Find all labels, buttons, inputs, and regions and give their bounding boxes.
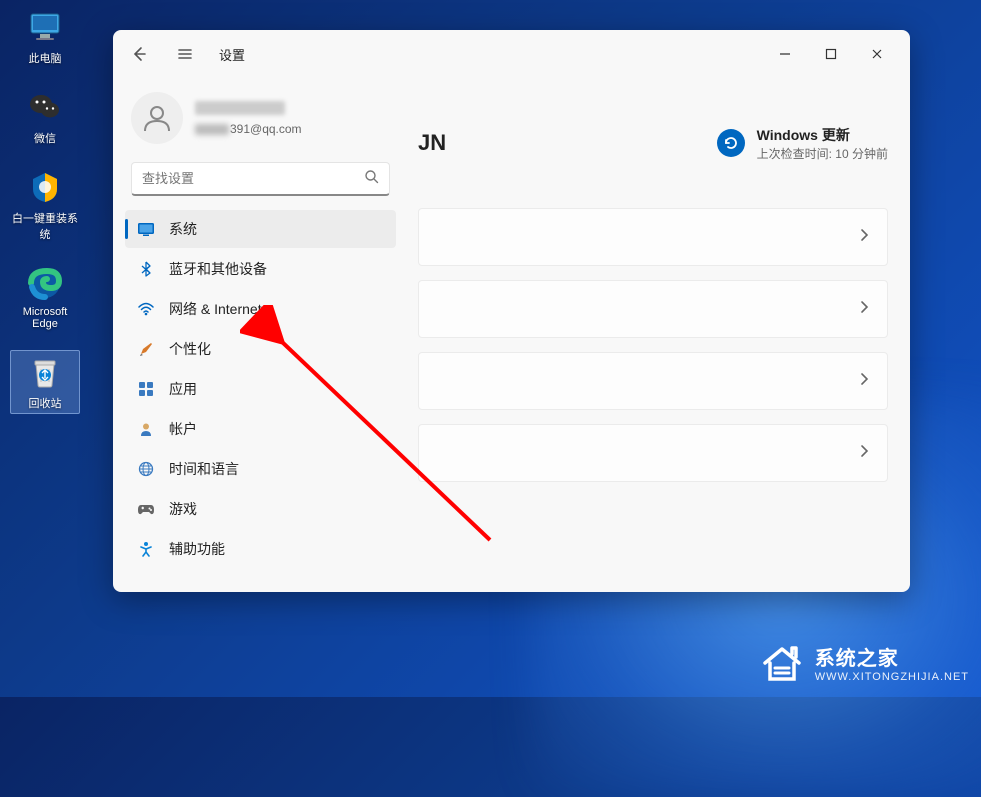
maximize-button[interactable]: [808, 38, 854, 70]
wifi-icon: [137, 300, 155, 318]
desktop-icon-label: 微信: [34, 130, 56, 146]
settings-card[interactable]: [418, 352, 888, 410]
nav-item-accessibility[interactable]: 辅助功能: [125, 530, 396, 568]
watermark-title: 系统之家: [815, 642, 969, 671]
close-button[interactable]: [854, 38, 900, 70]
nav-item-network[interactable]: 网络 & Internet: [125, 290, 396, 328]
nav-item-bluetooth[interactable]: 蓝牙和其他设备: [125, 250, 396, 288]
gaming-icon: [137, 500, 155, 518]
desktop-icon-label: 回收站: [29, 395, 62, 411]
desktop-icon-wechat[interactable]: 微信: [10, 86, 80, 148]
nav-item-personalize[interactable]: 个性化: [125, 330, 396, 368]
watermark-url: WWW.XITONGZHIJIA.NET: [815, 671, 969, 683]
nav-item-time-language[interactable]: 时间和语言: [125, 450, 396, 488]
content-pane: JN Windows 更新 上次检查时间: 10 分钟前: [408, 78, 910, 592]
user-name-blurred: [195, 101, 285, 115]
minimize-icon: [779, 48, 791, 60]
nav-item-system[interactable]: 系统: [125, 210, 396, 248]
settings-card[interactable]: [418, 424, 888, 482]
desktop-icon-column: 此电脑 微信 白一键重装系统 Microsoft Edge 回收站: [10, 6, 80, 414]
window-body: 391@qq.com 系统 蓝牙和其他设备: [113, 78, 910, 592]
avatar: [131, 92, 183, 144]
hamburger-icon: [177, 46, 193, 62]
brush-icon: [137, 340, 155, 358]
house-icon: [759, 639, 805, 685]
nav-item-apps[interactable]: 应用: [125, 370, 396, 408]
nav-item-label: 网络 & Internet: [169, 299, 262, 319]
desktop-icon-edge[interactable]: Microsoft Edge: [10, 262, 80, 332]
settings-cards: [412, 208, 888, 482]
minimize-button[interactable]: [762, 38, 808, 70]
sidebar-nav: 系统 蓝牙和其他设备 网络 & Internet 个性化 应用: [119, 210, 402, 568]
update-subtitle: 上次检查时间: 10 分钟前: [757, 145, 888, 162]
desktop-icon-this-pc[interactable]: 此电脑: [10, 6, 80, 68]
nav-item-label: 辅助功能: [169, 539, 225, 559]
settings-card[interactable]: [418, 208, 888, 266]
bluetooth-icon: [137, 260, 155, 278]
windows-update-block[interactable]: Windows 更新 上次检查时间: 10 分钟前: [717, 125, 888, 162]
nav-item-accounts[interactable]: 帐户: [125, 410, 396, 448]
search-icon: [364, 169, 379, 189]
nav-item-label: 游戏: [169, 499, 197, 519]
desktop-icon-reinstall[interactable]: 白一键重装系统: [10, 166, 80, 244]
person-icon: [137, 420, 155, 438]
close-icon: [871, 48, 883, 60]
maximize-icon: [825, 48, 837, 60]
globe-icon: [137, 460, 155, 478]
nav-item-label: 应用: [169, 379, 197, 399]
wechat-icon: [26, 88, 64, 126]
apps-icon: [137, 380, 155, 398]
nav-item-label: 系统: [169, 219, 197, 239]
reinstall-icon: [26, 168, 64, 206]
desktop-icon-label: Microsoft Edge: [12, 306, 78, 330]
heading-row: JN Windows 更新 上次检查时间: 10 分钟前: [412, 78, 888, 208]
titlebar-left: 设置: [123, 38, 245, 70]
window-controls: [762, 38, 900, 70]
recycle-bin-icon: [26, 353, 64, 391]
sidebar: 391@qq.com 系统 蓝牙和其他设备: [113, 78, 408, 592]
person-icon: [140, 101, 174, 135]
back-button[interactable]: [123, 38, 155, 70]
search-box[interactable]: [131, 162, 390, 196]
chevron-right-icon: [859, 372, 869, 391]
chevron-right-icon: [859, 444, 869, 463]
window-title: 设置: [219, 45, 245, 64]
desktop-icon-label: 白一键重装系统: [12, 210, 78, 242]
user-block[interactable]: 391@qq.com: [119, 86, 402, 162]
monitor-icon: [26, 8, 64, 46]
system-icon: [137, 220, 155, 238]
nav-item-gaming[interactable]: 游戏: [125, 490, 396, 528]
titlebar: 设置: [113, 30, 910, 78]
chevron-right-icon: [859, 300, 869, 319]
update-text: Windows 更新 上次检查时间: 10 分钟前: [757, 125, 888, 162]
update-title: Windows 更新: [757, 125, 888, 145]
nav-item-label: 个性化: [169, 339, 211, 359]
nav-item-label: 蓝牙和其他设备: [169, 259, 267, 279]
arrow-left-icon: [131, 46, 147, 62]
chevron-right-icon: [859, 228, 869, 247]
settings-window: 设置 391@qq.com: [113, 30, 910, 592]
accessibility-icon: [137, 540, 155, 558]
user-text: 391@qq.com: [195, 101, 302, 136]
menu-button[interactable]: [169, 38, 201, 70]
settings-card[interactable]: [418, 280, 888, 338]
desktop-icon-recycle-bin[interactable]: 回收站: [10, 350, 80, 414]
sync-icon: [717, 129, 745, 157]
nav-item-label: 帐户: [169, 419, 197, 439]
nav-item-label: 时间和语言: [169, 459, 239, 479]
desktop-icon-label: 此电脑: [29, 50, 62, 66]
user-email: 391@qq.com: [195, 122, 302, 136]
watermark: 系统之家 WWW.XITONGZHIJIA.NET: [759, 639, 969, 685]
page-heading: JN: [412, 130, 446, 156]
search-input[interactable]: [142, 171, 364, 186]
edge-icon: [26, 264, 64, 302]
